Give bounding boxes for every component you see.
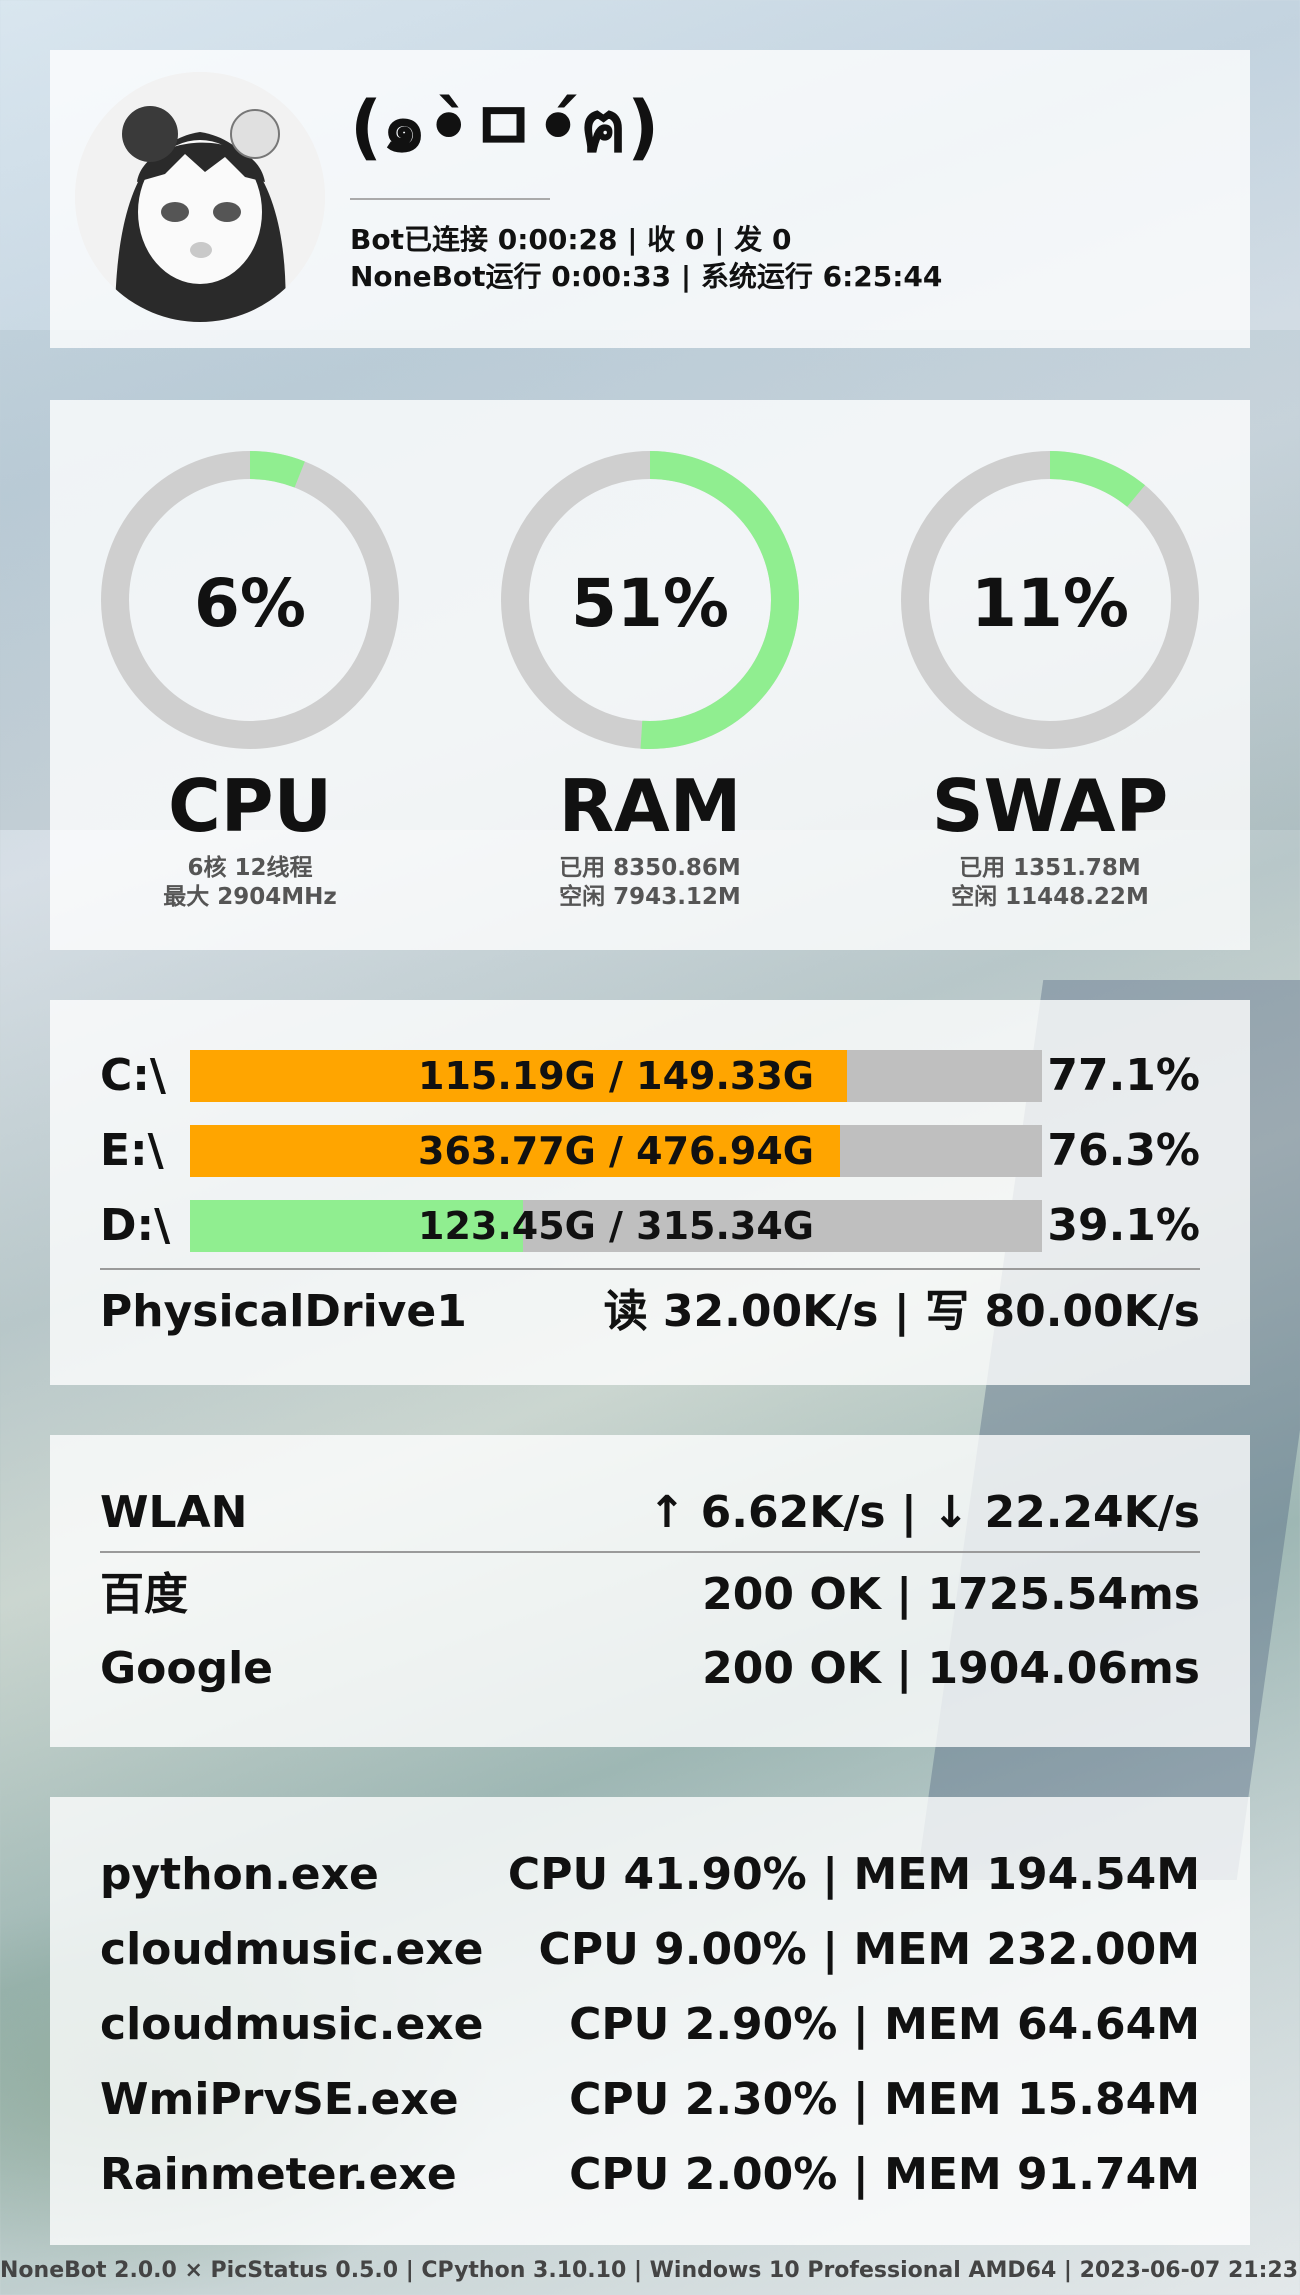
avatar bbox=[75, 72, 325, 322]
cpu-max-freq: 最大 2904MHz bbox=[163, 884, 337, 910]
disk-card: C:\ 115.19G / 149.33G 77.1% E:\ 363.77G … bbox=[50, 1000, 1250, 1385]
drive-usage-bar: 363.77G / 476.94G bbox=[190, 1125, 1042, 1177]
ram-percent: 51% bbox=[571, 565, 729, 642]
drive-usage-text: 123.45G / 315.34G bbox=[418, 1204, 814, 1248]
connectivity-test-result: 200 OK | 1904.06ms bbox=[702, 1643, 1200, 1694]
network-interface-speed: ↑ 6.62K/s | ↓ 22.24K/s bbox=[648, 1487, 1200, 1538]
footer-version-info: NoneBot 2.0.0 × PicStatus 0.5.0 | CPytho… bbox=[0, 2258, 1300, 2283]
process-usage: CPU 41.90% | MEM 194.54M bbox=[507, 1849, 1200, 1900]
drive-percent: 77.1% bbox=[1047, 1050, 1200, 1101]
network-card: WLAN ↑ 6.62K/s | ↓ 22.24K/s 百度 200 OK | … bbox=[50, 1435, 1250, 1747]
drive-letter: D:\ bbox=[100, 1200, 171, 1251]
drive-letter: C:\ bbox=[100, 1050, 166, 1101]
process-row: cloudmusic.exe CPU 2.90% | MEM 64.64M bbox=[100, 1997, 1200, 2053]
connectivity-test-row: Google 200 OK | 1904.06ms bbox=[100, 1641, 1200, 1697]
network-interface-row: WLAN ↑ 6.62K/s | ↓ 22.24K/s bbox=[100, 1485, 1200, 1541]
nickname-divider bbox=[350, 198, 550, 200]
header-card: (๑•̀ㅁ•́ฅ) Bot已连接 0:00:28 | 收 0 | 发 0 Non… bbox=[50, 50, 1250, 348]
drive-row-e: E:\ 363.77G / 476.94G 76.3% bbox=[100, 1125, 1200, 1177]
ram-gauge: 51% RAM 已用 8350.86M 空闲 7943.12M bbox=[500, 450, 800, 910]
cpu-label: CPU bbox=[167, 764, 333, 848]
drive-usage-text: 115.19G / 149.33G bbox=[418, 1054, 814, 1098]
disk-io-speed: 读 32.00K/s | 写 80.00K/s bbox=[603, 1286, 1200, 1337]
ram-free: 空闲 7943.12M bbox=[559, 884, 741, 910]
cpu-gauge: 6% CPU 6核 12线程 最大 2904MHz bbox=[100, 450, 400, 910]
disk-divider bbox=[100, 1268, 1200, 1270]
process-row: python.exe CPU 41.90% | MEM 194.54M bbox=[100, 1847, 1200, 1903]
process-usage: CPU 2.00% | MEM 91.74M bbox=[569, 2149, 1200, 2200]
swap-gauge: 11% SWAP 已用 1351.78M 空闲 11448.22M bbox=[900, 450, 1200, 910]
process-name: cloudmusic.exe bbox=[100, 1999, 484, 2050]
avatar-image bbox=[75, 72, 325, 322]
process-row: cloudmusic.exe CPU 9.00% | MEM 232.00M bbox=[100, 1922, 1200, 1978]
drive-percent: 76.3% bbox=[1047, 1125, 1200, 1176]
cpu-percent: 6% bbox=[193, 565, 307, 642]
process-row: Rainmeter.exe CPU 2.00% | MEM 91.74M bbox=[100, 2147, 1200, 2203]
ram-label: RAM bbox=[558, 764, 742, 848]
process-name: cloudmusic.exe bbox=[100, 1924, 484, 1975]
process-card: python.exe CPU 41.90% | MEM 194.54M clou… bbox=[50, 1797, 1250, 2245]
disk-io-row: PhysicalDrive1 读 32.00K/s | 写 80.00K/s bbox=[100, 1284, 1200, 1340]
drive-row-d: D:\ 123.45G / 315.34G 39.1% bbox=[100, 1200, 1200, 1252]
process-row: WmiPrvSE.exe CPU 2.30% | MEM 15.84M bbox=[100, 2072, 1200, 2128]
bot-nickname: (๑•̀ㅁ•́ฅ) bbox=[350, 86, 660, 168]
swap-free: 空闲 11448.22M bbox=[951, 884, 1149, 910]
process-name: WmiPrvSE.exe bbox=[100, 2074, 459, 2125]
drive-letter: E:\ bbox=[100, 1125, 164, 1176]
drive-usage-text: 363.77G / 476.94G bbox=[418, 1129, 814, 1173]
runtime-info: NoneBot运行 0:00:33 | 系统运行 6:25:44 bbox=[350, 260, 943, 293]
process-usage: CPU 9.00% | MEM 232.00M bbox=[538, 1924, 1200, 1975]
bot-connection-info: Bot已连接 0:00:28 | 收 0 | 发 0 bbox=[350, 223, 792, 256]
connectivity-test-result: 200 OK | 1725.54ms bbox=[702, 1569, 1200, 1620]
process-usage: CPU 2.90% | MEM 64.64M bbox=[569, 1999, 1200, 2050]
process-usage: CPU 2.30% | MEM 15.84M bbox=[569, 2074, 1200, 2125]
disk-io-name: PhysicalDrive1 bbox=[100, 1286, 467, 1337]
process-name: Rainmeter.exe bbox=[100, 2149, 457, 2200]
swap-percent: 11% bbox=[971, 565, 1129, 642]
drive-percent: 39.1% bbox=[1047, 1200, 1200, 1251]
connectivity-test-row: 百度 200 OK | 1725.54ms bbox=[100, 1567, 1200, 1623]
usage-gauges-card: 6% CPU 6核 12线程 最大 2904MHz 51% RAM 已用 835… bbox=[50, 400, 1250, 950]
drive-row-c: C:\ 115.19G / 149.33G 77.1% bbox=[100, 1050, 1200, 1102]
network-interface-name: WLAN bbox=[100, 1487, 248, 1538]
connectivity-test-name: Google bbox=[100, 1643, 273, 1694]
process-name: python.exe bbox=[100, 1849, 379, 1900]
connectivity-test-name: 百度 bbox=[100, 1569, 188, 1620]
drive-usage-bar: 123.45G / 315.34G bbox=[190, 1200, 1042, 1252]
drive-usage-bar: 115.19G / 149.33G bbox=[190, 1050, 1042, 1102]
network-divider bbox=[100, 1551, 1200, 1553]
swap-label: SWAP bbox=[931, 764, 1169, 848]
